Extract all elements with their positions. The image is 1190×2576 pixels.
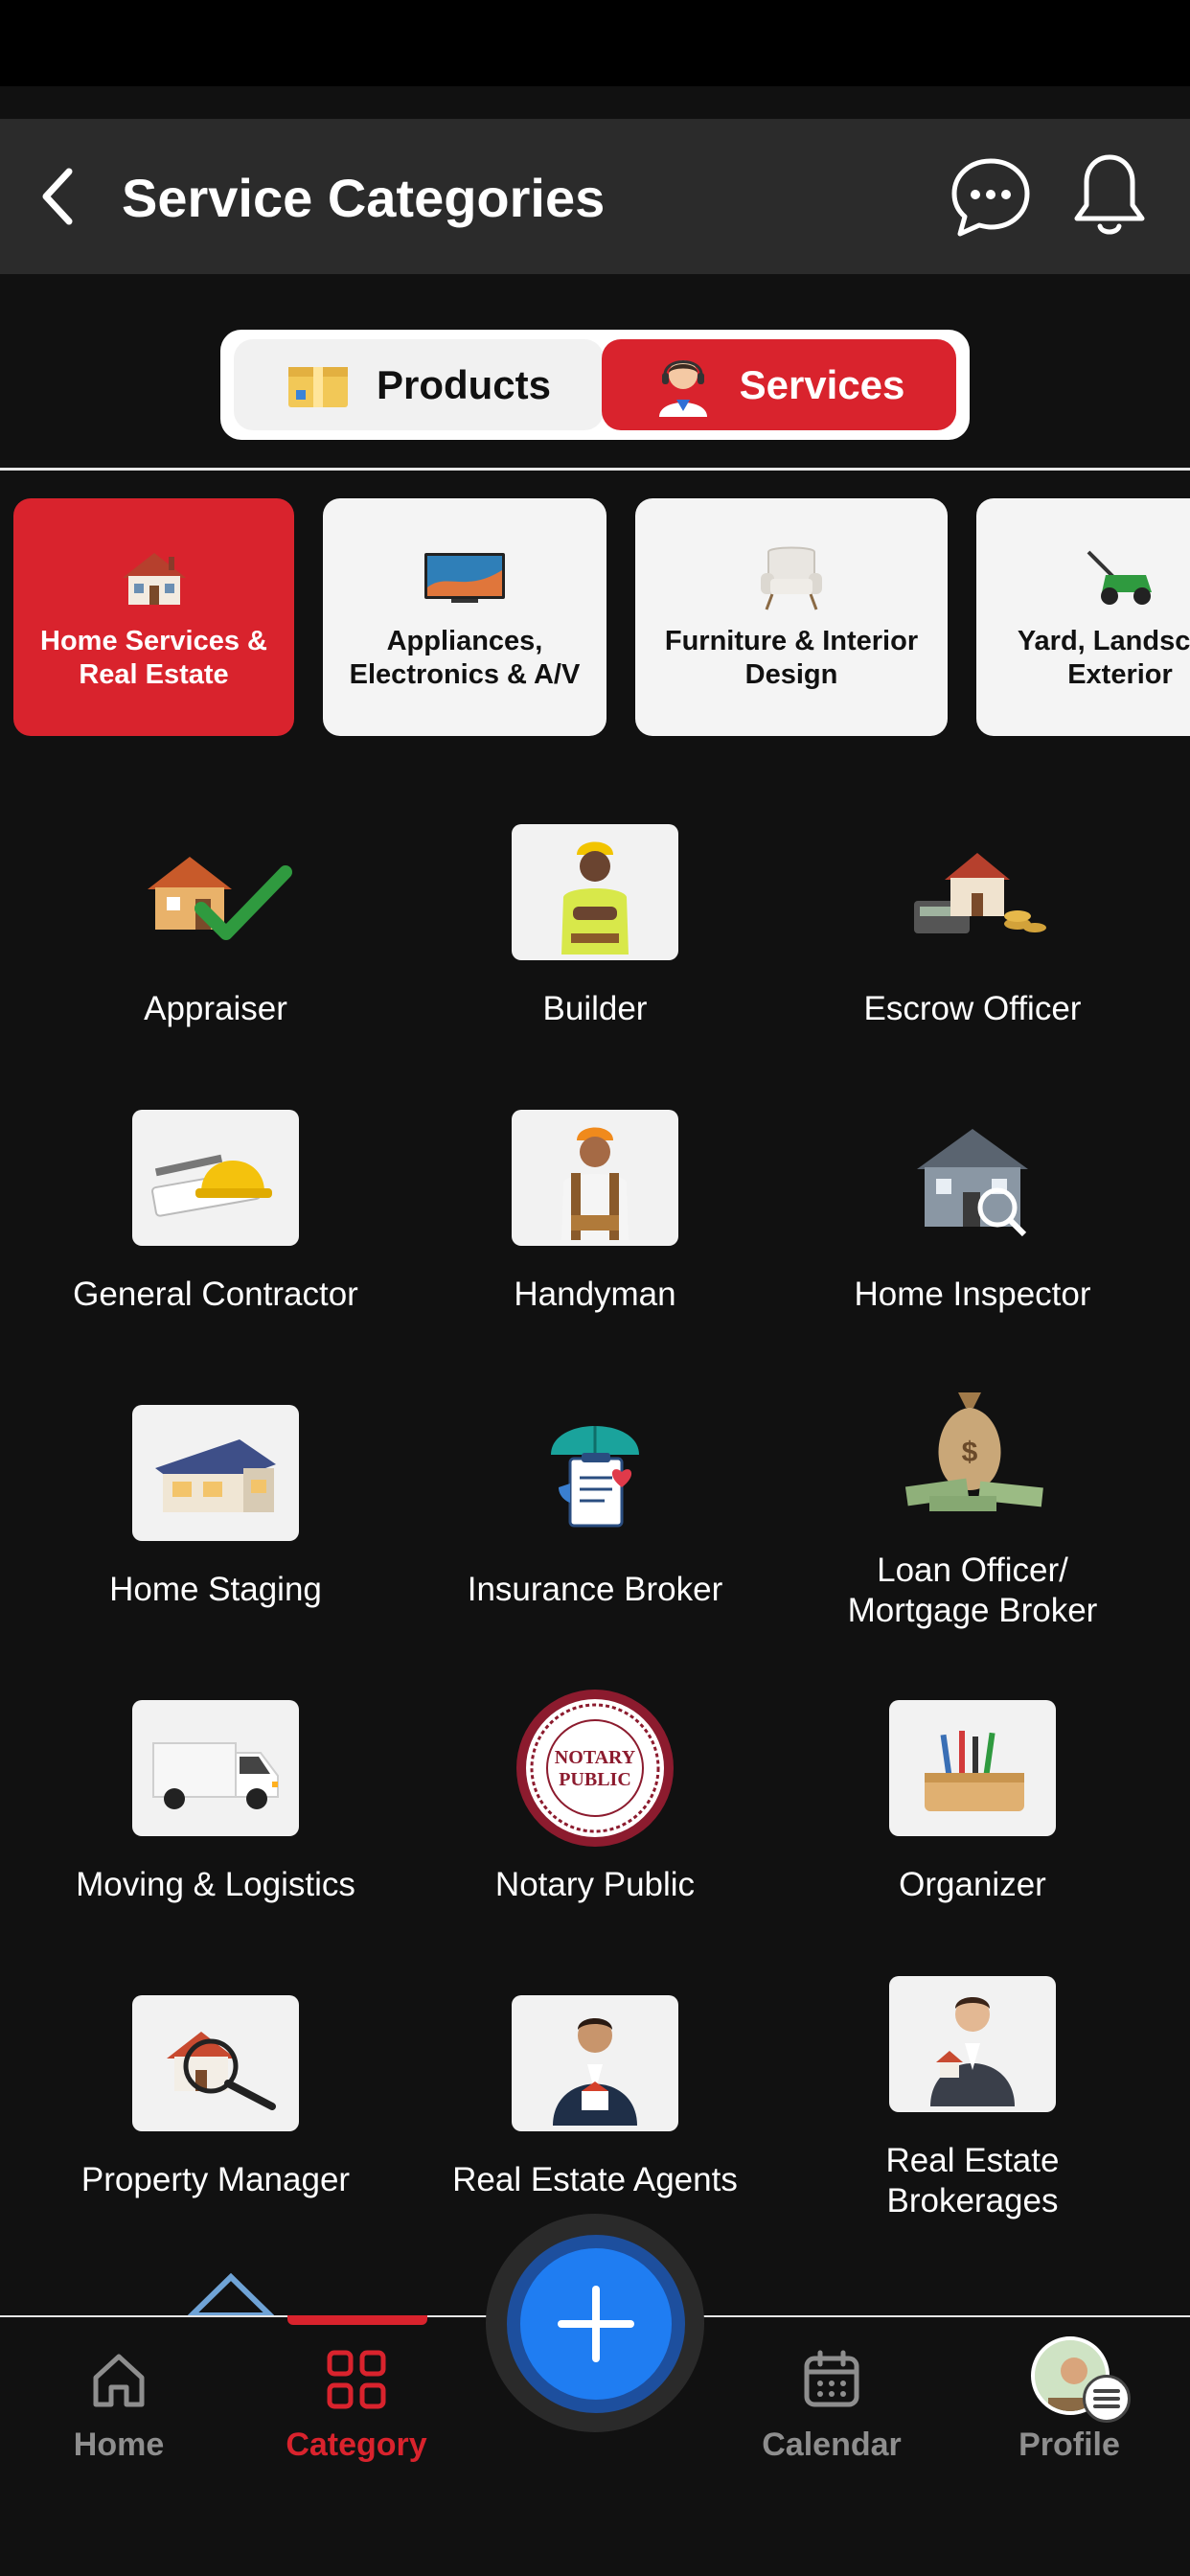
notary-seal-icon: NOTARY PUBLIC: [512, 1687, 678, 1850]
service-item-home-staging[interactable]: Home Staging: [34, 1405, 398, 1610]
service-item-property-manager[interactable]: Property Manager: [34, 1995, 398, 2200]
nav-calendar[interactable]: Calendar: [736, 2317, 927, 2490]
bell-icon: [1074, 154, 1145, 235]
service-label: Appraiser: [144, 990, 287, 1027]
service-label: Home Inspector: [854, 1276, 1091, 1313]
status-gap: [0, 86, 1190, 119]
service-item-organizer[interactable]: Organizer: [790, 1700, 1155, 1905]
nav-category-label: Category: [286, 2426, 427, 2463]
partial-house-icon: [188, 2273, 274, 2315]
service-label: General Contractor: [73, 1276, 358, 1313]
service-item-general-contractor[interactable]: General Contractor: [34, 1110, 398, 1315]
service-item-moving-logistics[interactable]: Moving & Logistics: [34, 1700, 398, 1905]
service-item-escrow-officer[interactable]: Escrow Officer: [790, 824, 1155, 1029]
service-item-builder[interactable]: Builder: [413, 824, 777, 1029]
service-label: Escrow Officer: [863, 990, 1082, 1027]
chevron-left-icon: [42, 168, 73, 225]
category-label: Appliances, Electronics & A/V: [349, 626, 581, 690]
svg-text:$: $: [962, 1437, 978, 1468]
plus-icon: [558, 2286, 634, 2362]
menu-icon[interactable]: [1083, 2375, 1131, 2423]
armchair-icon: [755, 544, 828, 611]
service-label: Real Estate Agents: [452, 2161, 738, 2198]
chat-bubble-icon: [951, 158, 1030, 237]
desk-organizer-icon: [889, 1700, 1056, 1836]
products-tab[interactable]: Products: [234, 339, 604, 430]
service-item-handyman[interactable]: Handyman: [413, 1110, 777, 1315]
house-icon: [117, 544, 192, 611]
service-label: Handyman: [514, 1276, 676, 1313]
nav-home[interactable]: Home: [23, 2317, 215, 2490]
calendar-icon: [801, 2346, 862, 2413]
nav-home-label: Home: [73, 2426, 165, 2463]
status-bar: [0, 0, 1190, 86]
nav-category[interactable]: Category: [261, 2317, 452, 2490]
svg-text:PUBLIC: PUBLIC: [559, 1769, 631, 1790]
chat-button[interactable]: [949, 155, 1033, 240]
home-icon: [88, 2346, 149, 2413]
box-icon: [287, 366, 348, 407]
service-item-notary-public[interactable]: NOTARY PUBLIC Notary Public: [413, 1687, 777, 1905]
back-button[interactable]: [27, 161, 88, 232]
support-agent-icon: [658, 359, 707, 417]
category-carousel[interactable]: Home Services & Real Estate Appliances, …: [0, 498, 1190, 736]
house-check-icon: [132, 824, 299, 960]
money-bag-icon: $: [889, 1378, 1056, 1522]
divider: [0, 468, 1190, 471]
service-label: Builder: [542, 990, 648, 1027]
category-furniture[interactable]: Furniture & Interior Design: [635, 498, 948, 736]
service-label: Real Estate Brokerages: [885, 2142, 1060, 2220]
products-tab-label: Products: [376, 361, 552, 407]
category-label: Home Services & Real Estate: [40, 626, 267, 690]
nav-profile-label: Profile: [1018, 2426, 1120, 2463]
svg-text:NOTARY: NOTARY: [555, 1747, 636, 1768]
grid-icon: [326, 2346, 387, 2413]
handyman-icon: [512, 1110, 678, 1246]
products-services-toggle: Products Services: [220, 330, 970, 440]
category-label: Furniture & Interior Design: [664, 626, 919, 690]
house-magnifier-icon: [132, 1995, 299, 2131]
service-label: Home Staging: [109, 1571, 322, 1608]
van-icon: [132, 1700, 299, 1836]
service-label: Organizer: [899, 1866, 1046, 1903]
app-header: Service Categories: [0, 119, 1190, 274]
service-label: Moving & Logistics: [76, 1866, 355, 1903]
umbrella-clipboard-icon: [512, 1405, 678, 1541]
category-label: Yard, Landscap Exterior: [1017, 626, 1190, 690]
house-magnifier-icon: [889, 1110, 1056, 1246]
hard-hat-icon: [132, 1110, 299, 1246]
service-label: Loan Officer/ Mortgage Broker: [847, 1552, 1098, 1629]
service-item-insurance-broker[interactable]: Insurance Broker: [413, 1405, 777, 1610]
category-yard[interactable]: Yard, Landscap Exterior: [976, 498, 1190, 736]
category-appliances[interactable]: Appliances, Electronics & A/V: [323, 498, 606, 736]
broker-icon: [889, 1976, 1056, 2112]
service-item-real-estate-brokerages[interactable]: Real Estate Brokerages: [790, 1976, 1155, 2221]
lawn-mower-icon: [1083, 544, 1157, 611]
category-home-services[interactable]: Home Services & Real Estate: [13, 498, 294, 736]
services-tab[interactable]: Services: [602, 339, 956, 430]
services-grid: Appraiser Builder Escrow Officer General…: [0, 824, 1190, 2319]
services-tab-label: Services: [739, 361, 905, 407]
tv-icon: [423, 544, 507, 611]
service-label: Insurance Broker: [467, 1571, 723, 1608]
service-item-real-estate-agents[interactable]: Real Estate Agents: [413, 1995, 777, 2200]
service-label: Notary Public: [494, 1866, 696, 1903]
agent-icon: [512, 1995, 678, 2131]
page-title: Service Categories: [122, 168, 606, 228]
service-item-appraiser[interactable]: Appraiser: [34, 824, 398, 1029]
builder-icon: [512, 824, 678, 960]
modern-house-icon: [132, 1405, 299, 1541]
house-coins-icon: [889, 824, 1056, 960]
service-item-home-inspector[interactable]: Home Inspector: [790, 1110, 1155, 1315]
nav-calendar-label: Calendar: [762, 2426, 902, 2463]
service-label: Property Manager: [80, 2161, 351, 2198]
notifications-button[interactable]: [1067, 151, 1152, 240]
service-item-loan-officer[interactable]: $ Loan Officer/ Mortgage Broker: [790, 1378, 1155, 1631]
add-button[interactable]: [507, 2235, 685, 2413]
